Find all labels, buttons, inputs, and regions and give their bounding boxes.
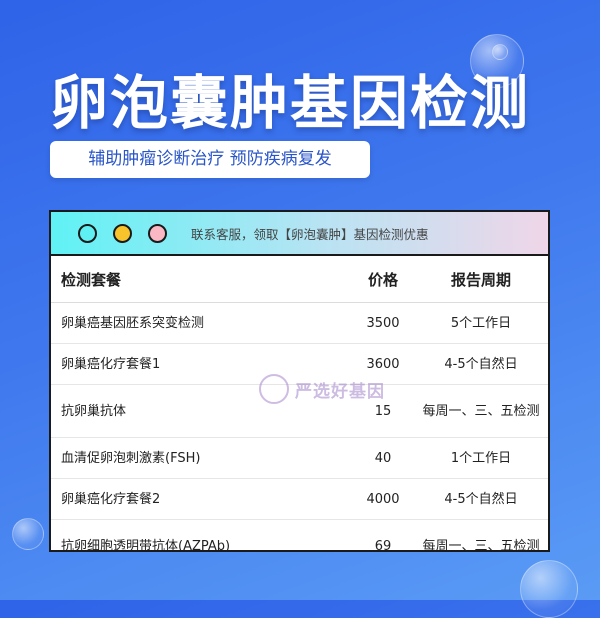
page-title: 卵泡囊肿基因检测 <box>50 69 531 137</box>
table-row: 抗卵细胞透明带抗体(AZPAb) 69 每周一、三、五检测 <box>51 519 548 550</box>
package-name: 抗卵巢抗体 <box>51 384 352 438</box>
package-period: 4-5个自然日 <box>414 478 548 520</box>
table-row: 卵巢癌化疗套餐1 3600 4-5个自然日 <box>51 343 548 385</box>
package-period: 每周一、三、五检测 <box>414 384 548 438</box>
table-row: 血清促卵泡刺激素(FSH) 40 1个工作日 <box>51 437 548 479</box>
package-name: 卵巢癌基因胚系突变检测 <box>51 302 352 344</box>
table-row: 抗卵巢抗体 15 每周一、三、五检测 <box>51 384 548 438</box>
header-price: 价格 <box>352 256 414 303</box>
table-header-row: 检测套餐 价格 报告周期 <box>51 256 548 303</box>
package-price: 3600 <box>352 343 414 385</box>
table-row: 卵巢癌化疗套餐2 4000 4-5个自然日 <box>51 478 548 520</box>
package-name: 抗卵细胞透明带抗体(AZPAb) <box>51 519 352 550</box>
subtitle-badge: 辅助肿瘤诊断治疗 预防疾病复发 <box>50 141 370 178</box>
card-header: 联系客服，领取【卵泡囊肿】基因检测优惠 <box>51 212 548 256</box>
decor-bubble <box>520 560 578 618</box>
package-period: 4-5个自然日 <box>414 343 548 385</box>
package-period: 5个工作日 <box>414 302 548 344</box>
price-card: 联系客服，领取【卵泡囊肿】基因检测优惠 检测套餐 价格 报告周期 卵巢癌基因胚系… <box>49 210 550 552</box>
window-dot-pink <box>148 223 167 243</box>
package-period: 1个工作日 <box>414 437 548 479</box>
window-dot-cyan <box>78 223 97 243</box>
table-row: 卵巢癌基因胚系突变检测 3500 5个工作日 <box>51 302 548 344</box>
package-name: 卵巢癌化疗套餐2 <box>51 478 352 520</box>
package-name: 卵巢癌化疗套餐1 <box>51 343 352 385</box>
decor-bubble <box>12 518 44 550</box>
package-price: 4000 <box>352 478 414 520</box>
package-price: 15 <box>352 384 414 438</box>
customer-service-notice[interactable]: 联系客服，领取【卵泡囊肿】基因检测优惠 <box>191 224 429 243</box>
package-price: 3500 <box>352 302 414 344</box>
package-name: 血清促卵泡刺激素(FSH) <box>51 437 352 479</box>
window-dot-yellow <box>113 223 132 243</box>
package-price: 40 <box>352 437 414 479</box>
header-package: 检测套餐 <box>51 256 352 303</box>
header-period: 报告周期 <box>414 256 548 303</box>
package-table: 检测套餐 价格 报告周期 卵巢癌基因胚系突变检测 3500 5个工作日 卵巢癌化… <box>51 256 548 550</box>
package-period: 每周一、三、五检测 <box>414 519 548 550</box>
package-price: 69 <box>352 519 414 550</box>
